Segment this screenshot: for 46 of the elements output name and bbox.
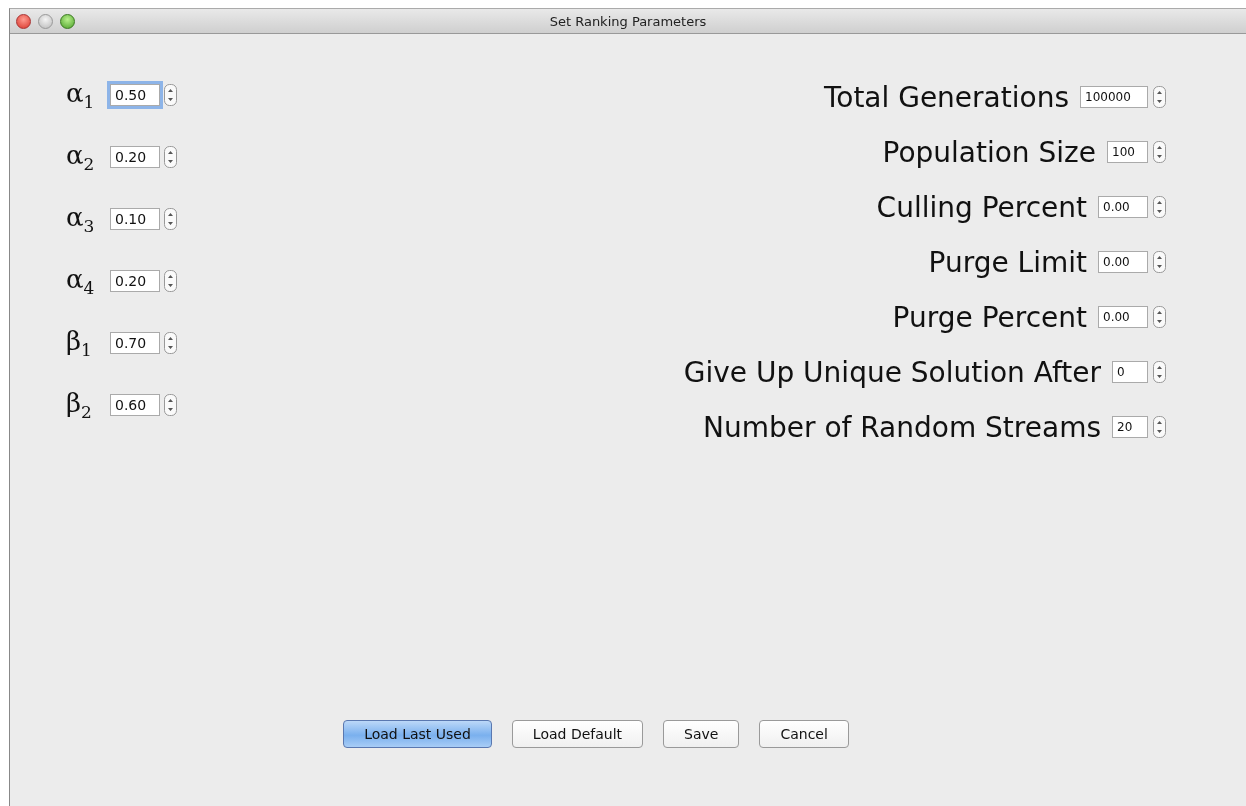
stepper-icon[interactable] (1153, 196, 1166, 218)
parameter-label: β$_{1}$ (66, 325, 93, 361)
number-field[interactable]: 0.10 (110, 208, 160, 230)
number-field[interactable]: 0.60 (110, 394, 160, 416)
dialog-button[interactable]: Load Default (511, 720, 644, 748)
setting-label: Population Size (882, 135, 1096, 169)
stepper-icon[interactable] (164, 332, 177, 354)
stepper-icon[interactable] (1153, 86, 1166, 108)
number-field[interactable]: 20 (1112, 416, 1148, 438)
number-field[interactable]: 100 (1107, 141, 1148, 163)
setting-label: Purge Limit (928, 245, 1087, 279)
setting-label: Culling Percent (876, 190, 1087, 224)
parameter-label: α$_{4}$ (66, 263, 96, 299)
number-field[interactable]: 0.00 (1098, 251, 1148, 273)
number-field[interactable]: 100000 (1080, 86, 1148, 108)
number-field[interactable]: 0.00 (1098, 196, 1148, 218)
window-title: Set Ranking Parameters (549, 13, 707, 29)
setting-label: Total Generations (823, 80, 1069, 114)
dialog-button[interactable]: Cancel (759, 720, 849, 748)
dialog-button[interactable]: Save (663, 720, 740, 748)
setting-label: Give Up Unique Solution After (683, 355, 1101, 389)
stepper-icon[interactable] (164, 208, 177, 230)
parameter-label: α$_{3}$ (66, 201, 96, 237)
number-field[interactable]: 0.50 (110, 84, 160, 106)
dialog-button[interactable]: Load Last Used (343, 720, 492, 748)
close-button[interactable] (16, 14, 31, 29)
setting-label: Purge Percent (892, 300, 1087, 334)
setting-label: Number of Random Streams (703, 410, 1101, 444)
stepper-icon[interactable] (1153, 251, 1166, 273)
stepper-icon[interactable] (1153, 416, 1166, 438)
stepper-icon[interactable] (164, 270, 177, 292)
stepper-icon[interactable] (1153, 306, 1166, 328)
stepper-icon[interactable] (164, 146, 177, 168)
stepper-icon[interactable] (164, 394, 177, 416)
number-field[interactable]: 0.20 (110, 146, 160, 168)
parameter-label: β$_{2}$ (66, 387, 93, 423)
number-field[interactable]: 0 (1112, 361, 1148, 383)
parameter-label: α$_{1}$ (66, 77, 96, 113)
number-field[interactable]: 0.20 (110, 270, 160, 292)
stepper-icon[interactable] (1153, 361, 1166, 383)
parameter-label: α$_{2}$ (66, 139, 96, 175)
number-field[interactable]: 0.00 (1098, 306, 1148, 328)
zoom-button[interactable] (60, 14, 75, 29)
number-field[interactable]: 0.70 (110, 332, 160, 354)
stepper-icon[interactable] (164, 84, 177, 106)
stepper-icon[interactable] (1153, 141, 1166, 163)
